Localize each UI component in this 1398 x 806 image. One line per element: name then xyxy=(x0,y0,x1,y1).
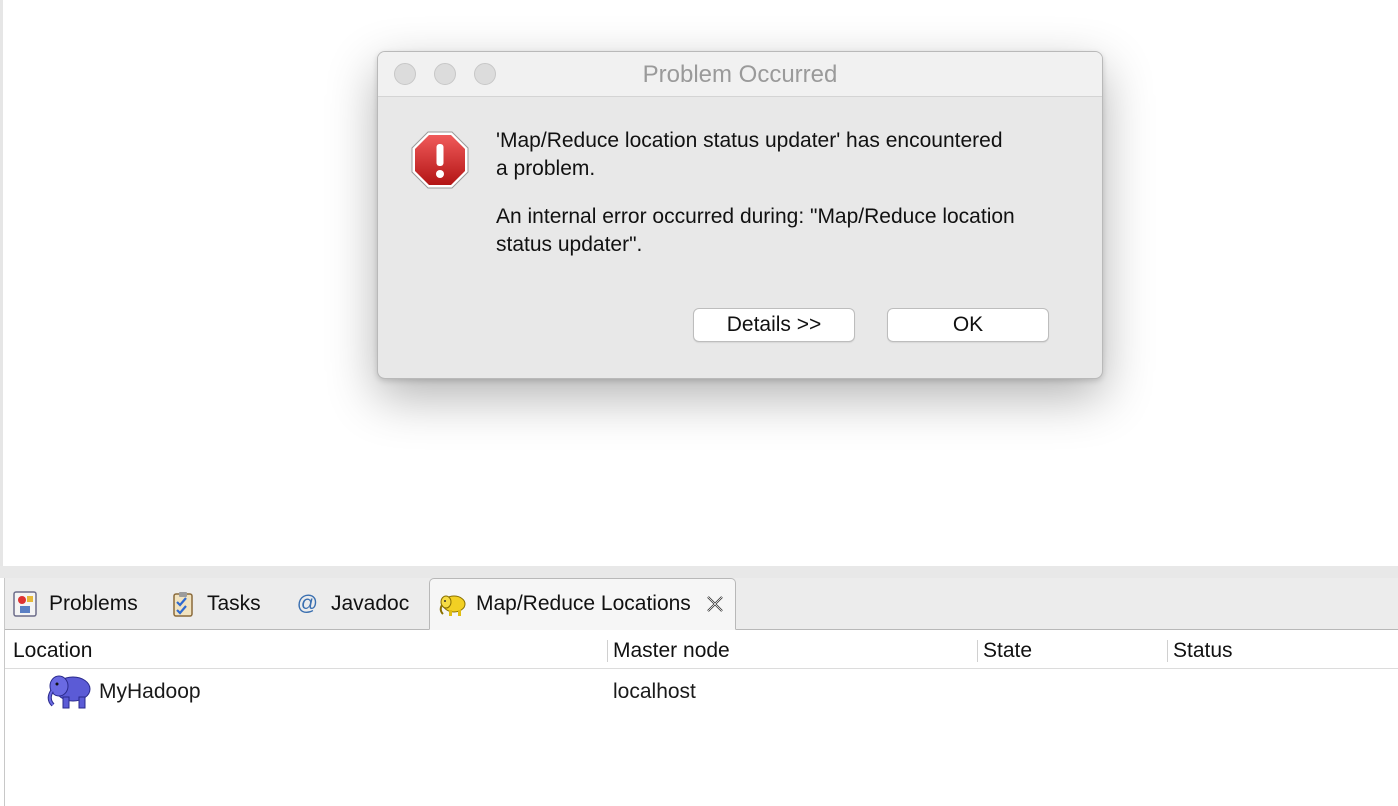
column-header-location[interactable]: Location xyxy=(13,639,92,663)
error-message-line: 'Map/Reduce location status updater' has… xyxy=(496,129,1003,152)
tasks-icon xyxy=(169,590,197,618)
view-sash[interactable] xyxy=(0,566,1398,578)
error-message-line: a problem. xyxy=(496,157,596,180)
tab-map-reduce-label: Map/Reduce Locations xyxy=(476,592,691,615)
column-header-master-node[interactable]: Master node xyxy=(613,639,730,663)
tab-problems-label: Problems xyxy=(49,592,138,615)
bottom-view-panel: Problems Tasks @ Javadoc Map/Reduce Loca… xyxy=(4,578,1398,806)
column-divider[interactable] xyxy=(977,640,978,662)
ok-button[interactable]: OK xyxy=(887,308,1049,342)
table-row[interactable]: MyHadoop localhost xyxy=(5,670,1398,710)
problem-occurred-dialog: Problem Occurred 'Map/Reduce location st… xyxy=(377,51,1103,379)
error-message-line: An internal error occurred during: "Map/… xyxy=(496,205,1015,228)
tab-problems[interactable]: Problems xyxy=(11,578,138,630)
column-header-status[interactable]: Status xyxy=(1173,639,1233,663)
error-octagon-icon xyxy=(410,130,470,190)
details-button[interactable]: Details >> xyxy=(693,308,855,342)
error-message-secondary: An internal error occurred during: "Map/… xyxy=(496,203,1096,259)
tab-map-reduce-locations[interactable]: Map/Reduce Locations xyxy=(429,578,736,630)
dialog-title: Problem Occurred xyxy=(642,61,838,88)
javadoc-at-icon: @ xyxy=(296,592,318,615)
dialog-titlebar[interactable]: Problem Occurred xyxy=(378,52,1102,97)
location-name: MyHadoop xyxy=(99,680,201,703)
locations-table-header: Location Master node State Status xyxy=(5,632,1398,669)
column-header-state[interactable]: State xyxy=(983,639,1032,663)
column-divider[interactable] xyxy=(1167,640,1168,662)
tab-javadoc[interactable]: @ Javadoc xyxy=(293,578,409,630)
hadoop-elephant-icon xyxy=(438,590,466,618)
tab-javadoc-label: Javadoc xyxy=(331,592,410,615)
close-tab-icon[interactable] xyxy=(705,594,725,614)
error-message-line: status updater". xyxy=(496,233,643,256)
tab-tasks-label: Tasks xyxy=(207,592,261,615)
error-message-primary: 'Map/Reduce location status updater' has… xyxy=(496,127,1096,183)
tab-tasks[interactable]: Tasks xyxy=(169,578,261,630)
problems-icon xyxy=(11,590,39,618)
column-divider[interactable] xyxy=(607,640,608,662)
view-tab-bar: Problems Tasks @ Javadoc Map/Reduce Loca… xyxy=(5,578,1398,630)
hadoop-elephant-icon xyxy=(45,672,95,718)
master-node-value: localhost xyxy=(613,680,696,703)
